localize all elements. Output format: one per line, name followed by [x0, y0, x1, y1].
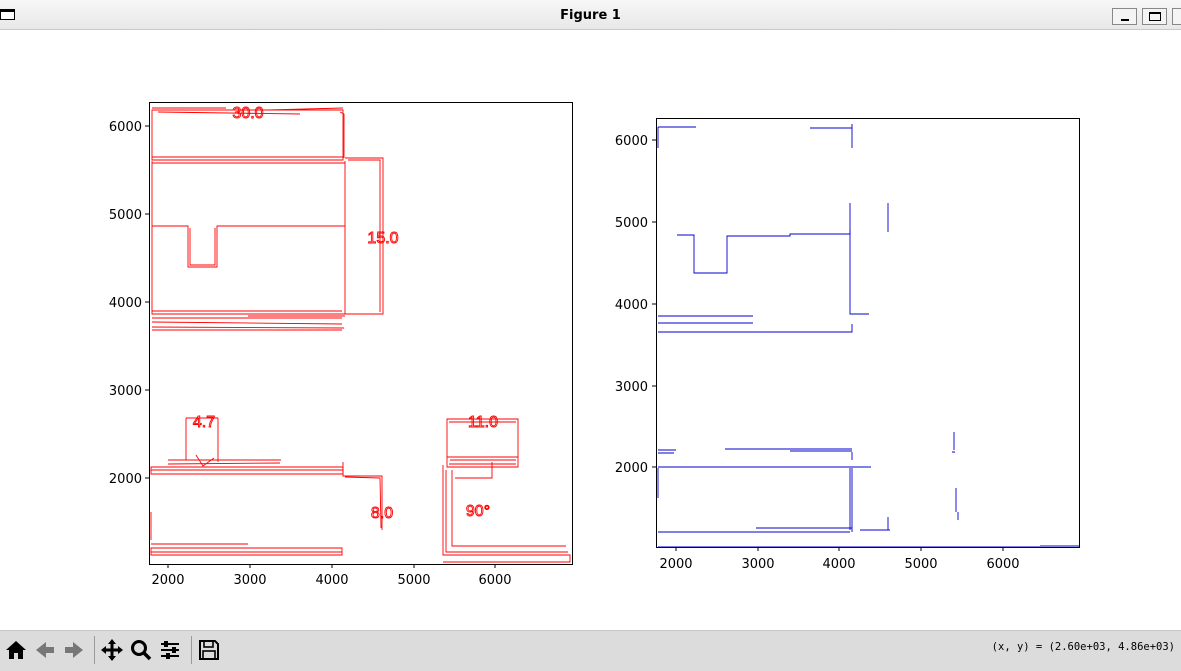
figure-canvas[interactable]: 30.0 15.0 4.7 11.0 8.0 90° 2000 3000 400… [0, 0, 1181, 630]
x-tick-label: 4000 [822, 557, 855, 572]
forward-icon [65, 642, 83, 658]
zoom-button[interactable] [129, 637, 153, 663]
y-tick-label: 2000 [615, 461, 648, 476]
right-y-ticks [652, 139, 656, 468]
toolbar-separator [191, 636, 192, 664]
forward-button[interactable] [62, 637, 86, 663]
left-y-ticks [145, 125, 149, 479]
y-tick-label: 4000 [615, 298, 648, 313]
y-tick-label: 3000 [109, 384, 142, 399]
pan-icon [101, 639, 123, 661]
y-tick-label: 6000 [615, 134, 648, 149]
back-icon [36, 642, 54, 658]
y-tick-label: 4000 [109, 296, 142, 311]
toolbar-separator [94, 636, 95, 664]
y-tick-label: 3000 [615, 380, 648, 395]
back-button[interactable] [33, 637, 57, 663]
x-tick-label: 6000 [986, 557, 1019, 572]
x-tick-label: 5000 [397, 573, 430, 588]
y-tick-label: 5000 [615, 216, 648, 231]
annotation-label: 8.0 [371, 505, 393, 522]
x-tick-label: 5000 [904, 557, 937, 572]
left-axes-frame [149, 102, 573, 565]
x-tick-label: 2000 [151, 573, 184, 588]
zoom-icon [131, 640, 152, 661]
annotation-label: 90° [466, 503, 490, 520]
right-axes-frame [656, 118, 1080, 548]
y-tick-label: 6000 [109, 120, 142, 135]
home-button[interactable] [4, 637, 28, 663]
pan-button[interactable] [100, 637, 124, 663]
annotation-label: 4.7 [193, 414, 215, 431]
x-tick-label: 3000 [741, 557, 774, 572]
coordinate-readout: (x, y) = (2.60e+03, 4.86e+03) [991, 641, 1175, 653]
left-axes: 30.0 15.0 4.7 11.0 8.0 90° 2000 3000 400… [109, 102, 573, 588]
annotation-label: 11.0 [468, 414, 498, 431]
configure-subplots-icon [161, 641, 179, 659]
y-tick-label: 5000 [109, 208, 142, 223]
x-tick-label: 3000 [233, 573, 266, 588]
x-tick-label: 4000 [315, 573, 348, 588]
annotation-label: 30.0 [232, 105, 263, 122]
save-icon [199, 640, 219, 660]
home-icon [6, 641, 26, 659]
navigation-toolbar: (x, y) = (2.60e+03, 4.86e+03) [0, 630, 1181, 671]
x-tick-label: 2000 [659, 557, 692, 572]
y-tick-label: 2000 [109, 472, 142, 487]
annotation-label: 15.0 [367, 230, 398, 247]
x-tick-label: 6000 [478, 573, 511, 588]
configure-subplots-button[interactable] [158, 637, 182, 663]
right-axes: 2000 3000 4000 5000 6000 2000 3000 4000 … [615, 118, 1080, 572]
save-button[interactable] [197, 637, 221, 663]
